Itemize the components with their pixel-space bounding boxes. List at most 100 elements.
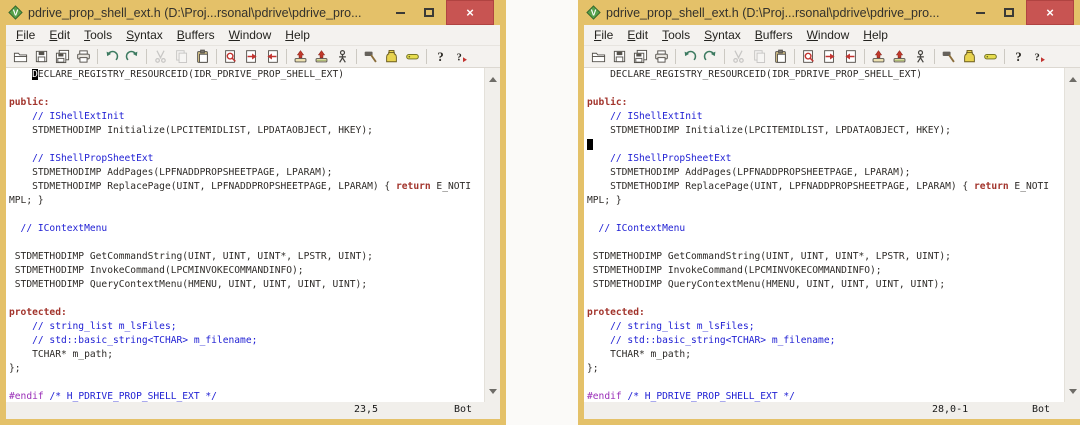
toolbar-save-session-button[interactable] (311, 47, 332, 66)
toolbar-save-all-button[interactable] (630, 47, 651, 66)
code-segment: // IShellExtInit (587, 111, 703, 122)
toolbar-print-button[interactable] (651, 47, 672, 66)
minimize-button[interactable] (968, 0, 992, 25)
toolbar-redo-button[interactable] (700, 47, 721, 66)
toolbar-open-button[interactable] (10, 47, 31, 66)
toolbar-separator (216, 49, 217, 64)
code-segment: STDMETHODIMP AddPages(LPFNADDPROPSHEETPA… (587, 167, 910, 178)
menu-buffers[interactable]: Buffers (749, 26, 799, 45)
toolbar-paste-button[interactable] (192, 47, 213, 66)
scroll-up-button[interactable] (1065, 72, 1080, 86)
toolbar-find-prev-button[interactable] (840, 47, 861, 66)
toolbar-save-all-button[interactable] (52, 47, 73, 66)
find-help-icon (1032, 49, 1047, 64)
menu-help[interactable]: Help (279, 26, 316, 45)
toolbar-run-script-button[interactable] (332, 47, 353, 66)
toolbar-copy-button[interactable] (171, 47, 192, 66)
menu-file[interactable]: File (10, 26, 41, 45)
menu-tools[interactable]: Tools (656, 26, 696, 45)
scroll-down-button[interactable] (485, 384, 500, 398)
menu-help[interactable]: Help (857, 26, 894, 45)
run-script-icon (913, 49, 928, 64)
code-line: TCHAR* m_path; (587, 348, 1064, 362)
toolbar-find-button[interactable] (220, 47, 241, 66)
toolbar-make-button[interactable] (360, 47, 381, 66)
menu-tools[interactable]: Tools (78, 26, 118, 45)
toolbar-find-prev-button[interactable] (262, 47, 283, 66)
menu-file[interactable]: File (588, 26, 619, 45)
scroll-down-button[interactable] (1065, 384, 1080, 398)
menu-window[interactable]: Window (223, 26, 278, 45)
toolbar-load-session-button[interactable] (290, 47, 311, 66)
code-line: // IContextMenu (9, 222, 484, 236)
toolbar-make-button[interactable] (938, 47, 959, 66)
toolbar-build-tags-button[interactable] (381, 47, 402, 66)
code-line: // string_list m_lsFiles; (9, 320, 484, 334)
toolbar-help-button[interactable] (1008, 47, 1029, 66)
code-segment: STDMETHODIMP Initialize(LPCITEMIDLIST, L… (587, 125, 951, 136)
toolbar-print-button[interactable] (73, 47, 94, 66)
menu-syntax[interactable]: Syntax (120, 26, 169, 45)
toolbar-redo-button[interactable] (122, 47, 143, 66)
code-line (587, 376, 1064, 390)
save-all-icon (633, 49, 648, 64)
code-segment: STDMETHODIMP Initialize(LPCITEMIDLIST, L… (9, 125, 373, 136)
toolbar-run-script-button[interactable] (910, 47, 931, 66)
toolbar-find-next-button[interactable] (241, 47, 262, 66)
toolbar-tag-jump-button[interactable] (402, 47, 423, 66)
maximize-button[interactable] (417, 0, 441, 25)
menu-buffers[interactable]: Buffers (171, 26, 221, 45)
toolbar-undo-button[interactable] (679, 47, 700, 66)
toolbar-copy-button[interactable] (749, 47, 770, 66)
menu-syntax[interactable]: Syntax (698, 26, 747, 45)
code-segment: // std::basic_string<TCHAR> m_filename; (9, 335, 257, 346)
menu-edit[interactable]: Edit (43, 26, 76, 45)
menu-edit[interactable]: Edit (621, 26, 654, 45)
toolbar-undo-button[interactable] (101, 47, 122, 66)
toolbar-save-session-button[interactable] (889, 47, 910, 66)
toolbar-save-button[interactable] (609, 47, 630, 66)
build-tags-icon (384, 49, 399, 64)
toolbar-separator (356, 49, 357, 64)
code-area[interactable]: DECLARE_REGISTRY_RESOURCEID(IDR_PDRIVE_P… (6, 68, 484, 402)
menu-window[interactable]: Window (801, 26, 856, 45)
code-line (9, 82, 484, 96)
toolbar (584, 46, 1080, 68)
code-segment: TCHAR* m_path; (587, 349, 691, 360)
paste-icon (773, 49, 788, 64)
toolbar-build-tags-button[interactable] (959, 47, 980, 66)
toolbar-cut-button[interactable] (150, 47, 171, 66)
toolbar-load-session-button[interactable] (868, 47, 889, 66)
code-segment: MPL; } (9, 195, 44, 206)
help-icon (1011, 49, 1026, 64)
toolbar-cut-button[interactable] (728, 47, 749, 66)
titlebar: pdrive_prop_shell_ext.h (D:\Proj...rsona… (584, 0, 1080, 25)
close-button[interactable]: × (1026, 0, 1074, 25)
code-segment: // string_list m_lsFiles; (9, 321, 177, 332)
code-line: STDMETHODIMP ReplacePage(UINT, LPFNADDPR… (587, 180, 1064, 194)
scrollbar[interactable] (1064, 68, 1080, 402)
code-segment: STDMETHODIMP QueryContextMenu(HMENU, UIN… (9, 279, 367, 290)
minimize-button[interactable] (388, 0, 412, 25)
code-segment: // IShellExtInit (9, 111, 125, 122)
toolbar-find-next-button[interactable] (819, 47, 840, 66)
toolbar-save-button[interactable] (31, 47, 52, 66)
code-line: // std::basic_string<TCHAR> m_filename; (587, 334, 1064, 348)
code-area[interactable]: DECLARE_REGISTRY_RESOURCEID(IDR_PDRIVE_P… (584, 68, 1064, 402)
code-line (9, 236, 484, 250)
toolbar-find-help-button[interactable] (1029, 47, 1050, 66)
toolbar-paste-button[interactable] (770, 47, 791, 66)
code-line: DECLARE_REGISTRY_RESOURCEID(IDR_PDRIVE_P… (587, 68, 1064, 82)
code-segment: // string_list m_lsFiles; (587, 321, 755, 332)
toolbar-find-button[interactable] (798, 47, 819, 66)
maximize-button[interactable] (997, 0, 1021, 25)
toolbar-help-button[interactable] (430, 47, 451, 66)
copy-icon (174, 49, 189, 64)
scrollbar[interactable] (484, 68, 500, 402)
toolbar-open-button[interactable] (588, 47, 609, 66)
close-button[interactable]: × (446, 0, 494, 25)
code-line: STDMETHODIMP InvokeCommand(LPCMINVOKECOM… (587, 264, 1064, 278)
toolbar-find-help-button[interactable] (451, 47, 472, 66)
scroll-up-button[interactable] (485, 72, 500, 86)
toolbar-tag-jump-button[interactable] (980, 47, 1001, 66)
